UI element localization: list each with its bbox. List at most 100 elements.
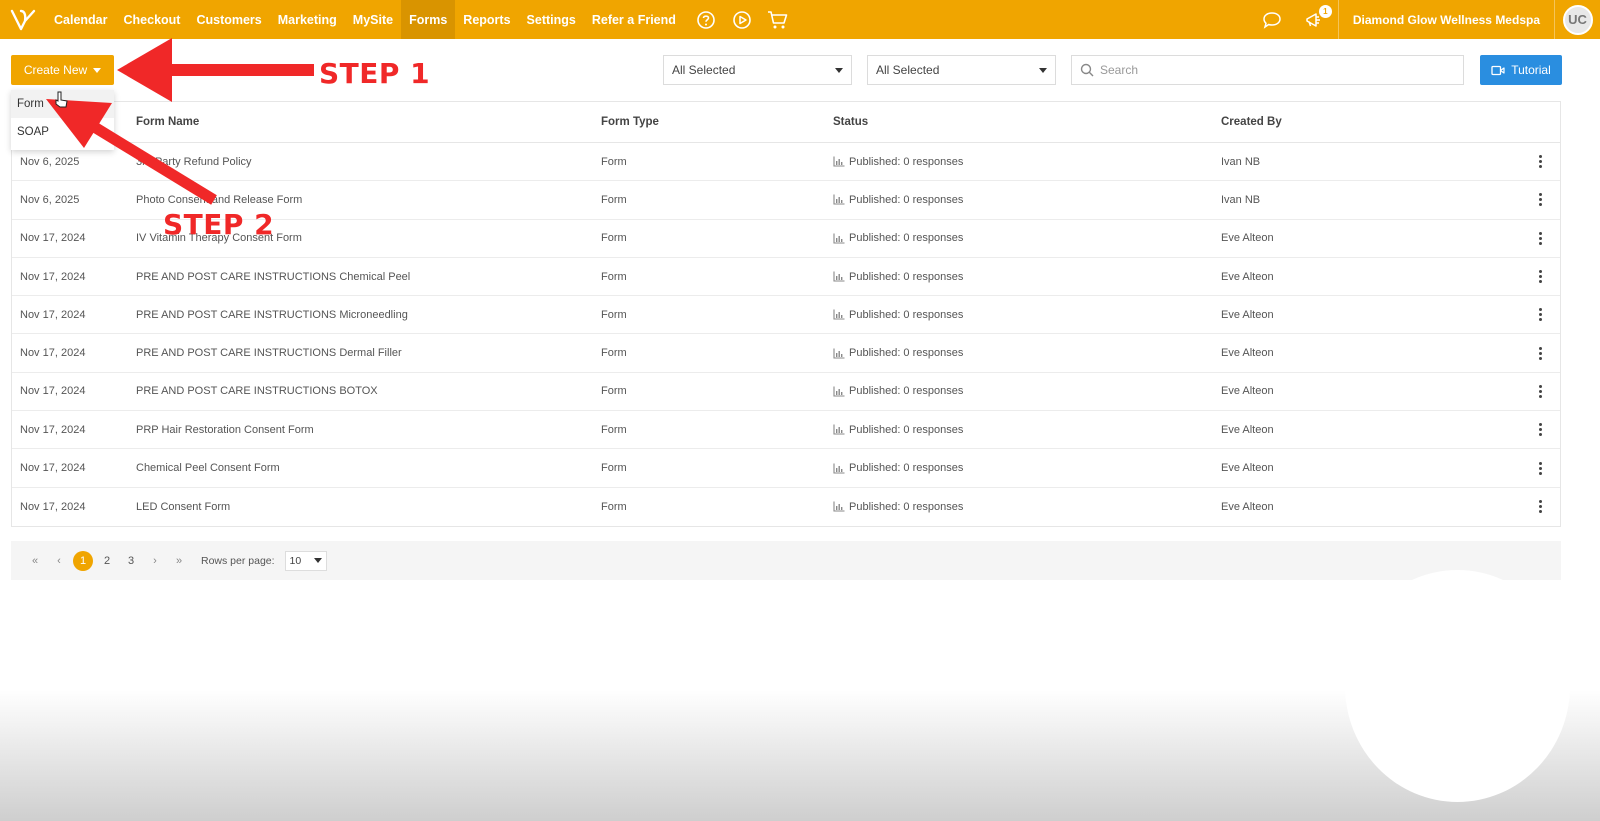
play-icon[interactable]	[728, 0, 756, 39]
row-status: Published: 0 responses	[833, 271, 1221, 283]
logo-icon	[10, 9, 36, 30]
caret-down-icon	[835, 68, 843, 73]
nav-item-forms[interactable]: Forms	[401, 0, 456, 39]
nav-item-refer-a-friend[interactable]: Refer a Friend	[584, 0, 684, 39]
row-form-name[interactable]: Chemical Peel Consent Form	[136, 462, 601, 474]
bar-chart-icon	[833, 386, 845, 397]
nav-item-checkout[interactable]: Checkout	[116, 0, 189, 39]
filter-select-2[interactable]: All Selected	[867, 55, 1056, 85]
table-row[interactable]: Nov 17, 2024 PRE AND POST CARE INSTRUCTIO…	[12, 258, 1560, 297]
rows-per-page-label: Rows per page:	[201, 554, 275, 567]
row-status: Published: 0 responses	[833, 385, 1221, 397]
table-row[interactable]: Nov 17, 2024 PRE AND POST CARE INSTRUCTIO…	[12, 296, 1560, 335]
row-status-text: Published: 0 responses	[849, 500, 964, 513]
filter-select-1[interactable]: All Selected	[663, 55, 852, 85]
nav-item-reports[interactable]: Reports	[455, 0, 518, 39]
row-created-by: Eve Alteon	[1221, 462, 1274, 475]
row-menu[interactable]	[1521, 384, 1560, 398]
caret-down-icon	[93, 67, 102, 73]
table-header: Form Name Form Type Status Created By	[12, 102, 1560, 143]
header-status[interactable]: Status	[833, 116, 1221, 128]
tutorial-label: Tutorial	[1511, 63, 1551, 77]
kebab-menu-icon	[1539, 384, 1542, 398]
table-row[interactable]: Nov 17, 2024 PRP Hair Restoration Consent…	[12, 411, 1560, 450]
notification-icon[interactable]: 1	[1300, 0, 1332, 39]
video-icon	[1491, 65, 1505, 75]
row-menu[interactable]	[1521, 193, 1560, 207]
table-row[interactable]: Nov 17, 2024 PRE AND POST CARE INSTRUCTIO…	[12, 373, 1560, 412]
table-row[interactable]: Nov 6, 2025 3rd Party Refund Policy Form Pu…	[12, 143, 1560, 182]
nav-item-marketing[interactable]: Marketing	[270, 0, 345, 39]
nav-item-mysite[interactable]: MySite	[345, 0, 401, 39]
cart-icon[interactable]	[764, 0, 792, 39]
nav-item-settings[interactable]: Settings	[519, 0, 584, 39]
caret-down-icon	[1039, 68, 1047, 73]
row-form-name[interactable]: 3rd Party Refund Policy	[136, 156, 601, 168]
row-date: Nov 17, 2024	[20, 347, 86, 360]
bar-chart-icon	[833, 156, 845, 167]
row-date: Nov 6, 2025	[20, 155, 80, 168]
row-date: Nov 17, 2024	[20, 423, 86, 436]
nav-item-calendar[interactable]: Calendar	[46, 0, 116, 39]
row-menu[interactable]	[1521, 231, 1560, 245]
row-form-name[interactable]: PRE AND POST CARE INSTRUCTIONS Chemical …	[136, 271, 601, 283]
header-form-type[interactable]: Form Type	[601, 116, 833, 128]
row-form-name[interactable]: PRP Hair Restoration Consent Form	[136, 424, 601, 436]
page-2[interactable]: 2	[97, 551, 117, 571]
row-form-type: Form	[601, 232, 627, 245]
row-date: Nov 17, 2024	[20, 385, 86, 398]
row-status: Published: 0 responses	[833, 501, 1221, 513]
first-page-icon[interactable]: «	[25, 551, 45, 571]
last-page-icon[interactable]: »	[169, 551, 189, 571]
row-form-name[interactable]: PRE AND POST CARE INSTRUCTIONS Dermal Fi…	[136, 347, 601, 359]
row-form-type: Form	[601, 347, 627, 360]
row-form-type: Form	[601, 193, 627, 206]
user-menu[interactable]: UC	[1554, 0, 1600, 39]
row-status-text: Published: 0 responses	[849, 193, 964, 206]
bar-chart-icon	[833, 233, 845, 244]
row-form-name[interactable]: LED Consent Form	[136, 501, 601, 513]
create-new-dropdown: Form SOAP	[11, 90, 114, 150]
prev-page-icon[interactable]: ‹	[49, 551, 69, 571]
row-date: Nov 17, 2024	[20, 500, 86, 513]
tutorial-button[interactable]: Tutorial	[1480, 55, 1562, 85]
chat-icon[interactable]	[1258, 0, 1286, 39]
row-menu[interactable]	[1521, 346, 1560, 360]
row-form-name[interactable]: Photo Consent and Release Form	[136, 194, 601, 206]
next-page-icon[interactable]: ›	[145, 551, 165, 571]
row-menu[interactable]	[1521, 423, 1560, 437]
help-icon[interactable]	[692, 0, 720, 39]
dropdown-item-form[interactable]: Form	[11, 90, 114, 118]
row-status-text: Published: 0 responses	[849, 347, 964, 360]
page-3[interactable]: 3	[121, 551, 141, 571]
row-menu[interactable]	[1521, 155, 1560, 169]
business-name[interactable]: Diamond Glow Wellness Medspa	[1337, 0, 1554, 39]
page-1[interactable]: 1	[73, 550, 93, 571]
search-icon	[1080, 63, 1094, 77]
pagination: « ‹ 1 2 3 › » Rows per page: 10	[11, 541, 1561, 580]
row-status-text: Published: 0 responses	[849, 385, 964, 398]
row-created-by: Ivan NB	[1221, 155, 1261, 168]
row-form-type: Form	[601, 270, 627, 283]
nav-item-customers[interactable]: Customers	[188, 0, 269, 39]
search-input[interactable]	[1100, 63, 1440, 77]
row-menu[interactable]	[1521, 270, 1560, 284]
table-row[interactable]: Nov 17, 2024 Chemical Peel Consent Form Fo…	[12, 449, 1560, 488]
row-form-name[interactable]: PRE AND POST CARE INSTRUCTIONS BOTOX	[136, 385, 601, 397]
row-date: Nov 17, 2024	[20, 232, 86, 245]
row-form-name[interactable]: PRE AND POST CARE INSTRUCTIONS Microneed…	[136, 309, 601, 321]
create-new-button[interactable]: Create New	[11, 55, 114, 85]
caret-down-icon	[313, 558, 322, 563]
row-menu[interactable]	[1521, 308, 1560, 322]
table-row[interactable]: Nov 17, 2024 LED Consent Form Form Publishe…	[12, 488, 1560, 526]
header-form-name[interactable]: Form Name	[136, 116, 601, 128]
header-created-by[interactable]: Created By	[1221, 116, 1521, 128]
row-menu[interactable]	[1521, 500, 1560, 514]
table-row[interactable]: Nov 17, 2024 PRE AND POST CARE INSTRUCTIO…	[12, 334, 1560, 373]
app-logo[interactable]	[0, 0, 46, 39]
forms-table: Form Name Form Type Status Created By No…	[11, 101, 1561, 527]
kebab-menu-icon	[1539, 423, 1542, 437]
row-menu[interactable]	[1521, 461, 1560, 475]
rows-per-page-select[interactable]: 10	[284, 550, 327, 571]
dropdown-item-soap[interactable]: SOAP	[11, 118, 114, 146]
